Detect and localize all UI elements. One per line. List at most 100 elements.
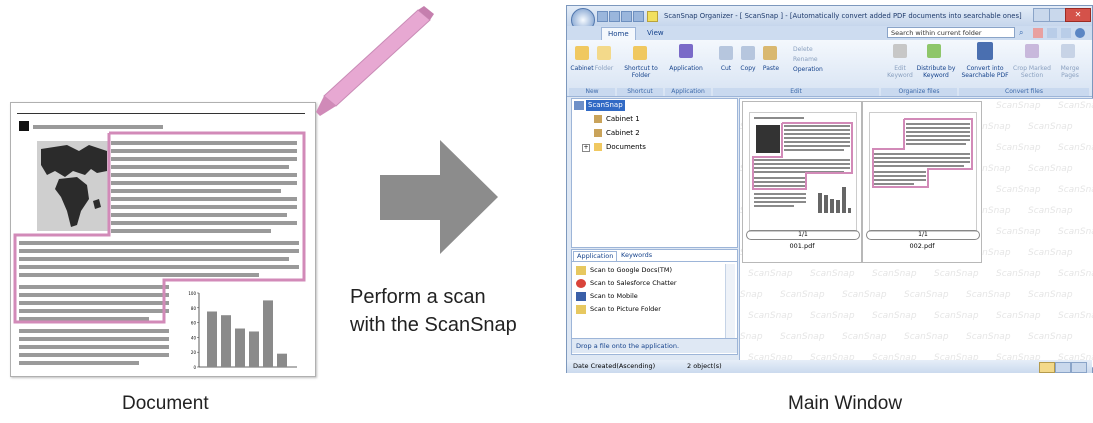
scansnap-watermark: ScanSnap (842, 332, 887, 342)
scansnap-watermark: ScanSnap (842, 290, 887, 300)
cut-icon (719, 46, 733, 60)
scansnap-watermark: ScanSnap (1058, 101, 1093, 111)
chart-y-tick: 60 (191, 321, 197, 326)
search-input[interactable]: Search within current folder (887, 27, 1015, 38)
picture-folder-icon (576, 305, 586, 314)
chart-bar (277, 353, 287, 367)
scansnap-watermark: ScanSnap (904, 332, 949, 342)
shortcut-to-folder-button[interactable]: Shortcut to Folder (621, 65, 661, 79)
app-item-mobile[interactable]: Scan to Mobile (590, 292, 638, 301)
tree-item-cabinet1[interactable]: Cabinet 1 (606, 114, 640, 125)
tree-item-cabinet2[interactable]: Cabinet 2 (606, 128, 640, 139)
document-illustration: 100 80 60 40 20 0 (10, 102, 316, 377)
list-view-icon[interactable] (1055, 362, 1071, 373)
tab-application[interactable]: Application (573, 251, 618, 261)
paste-icon (763, 46, 777, 60)
back-icon[interactable] (1047, 28, 1057, 38)
tree-root-scansnap[interactable]: ScanSnap (586, 100, 625, 111)
detail-view-icon[interactable] (1071, 362, 1087, 373)
cabinet-button[interactable]: Cabinet (569, 65, 595, 72)
scansnap-watermark: ScanSnap (780, 332, 825, 342)
file-page-count-001: 1/1 (746, 230, 860, 240)
application-button[interactable]: Application (665, 65, 707, 72)
forward-icon[interactable] (1061, 28, 1071, 38)
app-pane-scrollbar[interactable] (725, 264, 735, 338)
tab-view[interactable]: View (641, 27, 670, 39)
scansnap-watermark: ScanSnap (1058, 269, 1093, 279)
clear-search-icon[interactable] (1033, 28, 1043, 38)
scansnap-watermark: ScanSnap (996, 269, 1041, 279)
file-thumbnail-001 (749, 112, 857, 232)
scansnap-watermark: ScanSnap (966, 290, 1011, 300)
title-bar: ScanSnap Organizer - [ ScanSnap ] - [Aut… (567, 6, 1092, 32)
app-item-picture-folder[interactable]: Scan to Picture Folder (590, 305, 661, 314)
crop-marked-button[interactable]: Crop Marked Section (1013, 65, 1051, 79)
mobile-icon (576, 292, 586, 301)
scansnap-watermark: ScanSnap (1028, 164, 1073, 174)
help-icon[interactable] (1075, 28, 1085, 38)
delete-button[interactable]: Delete (793, 46, 833, 53)
scansnap-watermark: ScanSnap (810, 311, 855, 321)
chart-bar (249, 331, 259, 367)
scansnap-watermark: ScanSnap (1028, 290, 1073, 300)
save-quick-icon[interactable] (597, 11, 608, 22)
redo-quick-icon[interactable] (633, 11, 644, 22)
folder-quick-icon[interactable] (647, 11, 658, 22)
convert-searchable-icon (977, 42, 993, 60)
file-card-001[interactable]: 1/1 001.pdf (742, 101, 862, 263)
edit-keyword-button[interactable]: Edit Keyword (883, 65, 917, 79)
chart-y-tick: 20 (191, 350, 197, 355)
folder-button[interactable]: Folder (593, 65, 615, 72)
right-arrow-icon (380, 140, 498, 254)
scansnap-watermark: ScanSnap (1058, 227, 1093, 237)
chart-bar (207, 311, 217, 367)
scansnap-watermark: ScanSnap (996, 101, 1041, 111)
paste-button[interactable]: Paste (759, 65, 783, 72)
merge-pages-button[interactable]: Merge Pages (1053, 65, 1087, 79)
operation-button[interactable]: Operation (793, 66, 843, 73)
application-icon (679, 44, 693, 58)
edit-keyword-icon (893, 44, 907, 58)
tab-home[interactable]: Home (601, 27, 636, 40)
app-item-salesforce[interactable]: Scan to Salesforce Chatter (590, 279, 677, 288)
thumbnail-view-icon[interactable] (1039, 362, 1055, 373)
convert-searchable-button[interactable]: Convert into Searchable PDF (959, 65, 1011, 79)
app-item-google-docs[interactable]: Scan to Google Docs(TM) (590, 266, 672, 275)
document-caption: Document (122, 393, 209, 414)
scansnap-watermark: ScanSnap (1058, 185, 1093, 195)
cabinet2-icon (594, 129, 602, 137)
group-shortcut-label: Shortcut (617, 88, 663, 96)
expand-toggle[interactable]: + (582, 144, 590, 152)
group-edit-label: Edit (713, 88, 879, 96)
undo-quick-icon[interactable] (621, 11, 632, 22)
salesforce-chatter-icon (576, 279, 586, 288)
scansnap-watermark: ScanSnap (748, 311, 793, 321)
merge-pages-icon (1061, 44, 1075, 58)
close-button[interactable]: ✕ (1065, 8, 1091, 22)
open-quick-icon[interactable] (609, 11, 620, 22)
scansnap-watermark: ScanSnap (810, 269, 855, 279)
crop-marked-icon (1025, 44, 1039, 58)
scansnap-watermark: ScanSnap (996, 143, 1041, 153)
group-convert-label: Convert files (959, 88, 1089, 96)
search-icon[interactable]: ⌕ (1019, 27, 1030, 38)
ribbon-tabs: Home View Search within current folder ⌕ (567, 26, 1092, 40)
tree-item-documents[interactable]: Documents (606, 142, 646, 153)
group-application-label: Application (665, 88, 711, 96)
distribute-by-keyword-button[interactable]: Distribute by Keyword (915, 65, 957, 79)
cut-button[interactable]: Cut (715, 65, 737, 72)
file-thumbnail-002 (869, 112, 977, 232)
chart-bar (235, 328, 245, 367)
file-card-002[interactable]: 1/1 002.pdf (862, 101, 982, 263)
scansnap-folder-icon (574, 101, 584, 110)
rename-button[interactable]: Rename (793, 56, 833, 63)
status-bar: Date Created(Ascending) 2 object(s) (567, 360, 1092, 373)
scansnap-watermark: ScanSnap (1028, 206, 1073, 216)
tab-keywords[interactable]: Keywords (618, 251, 655, 260)
scansnap-watermark: ScanSnap (872, 269, 917, 279)
scansnap-watermark: ScanSnap (1028, 332, 1073, 342)
copy-button[interactable]: Copy (737, 65, 759, 72)
scansnap-watermark: ScanSnap (1028, 122, 1073, 132)
scansnap-watermark: ScanSnap (996, 185, 1041, 195)
chart-y-tick: 0 (193, 365, 196, 370)
